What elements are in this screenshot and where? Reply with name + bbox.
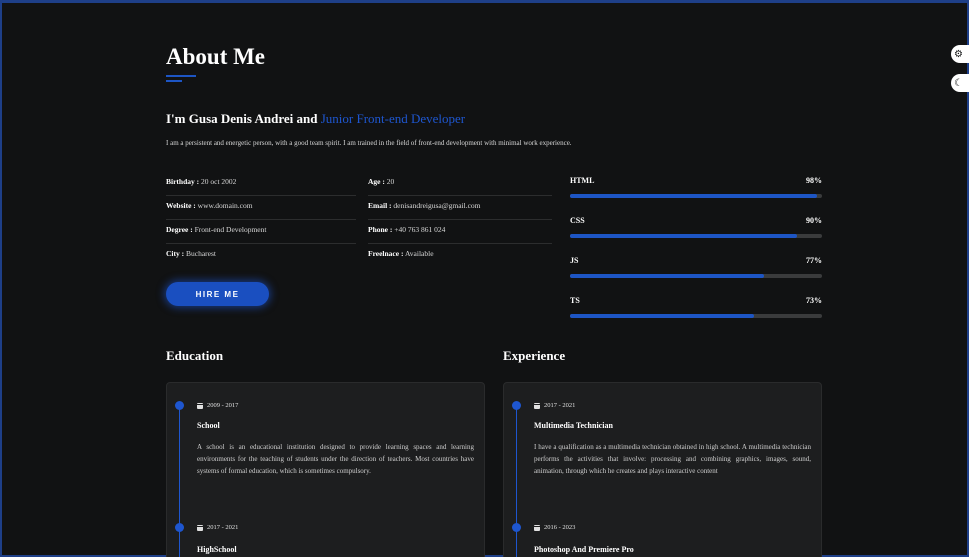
skill-percent: 73% — [806, 296, 822, 305]
entry-title: School — [197, 421, 220, 430]
calendar-icon — [197, 402, 203, 409]
timeline-dot — [175, 523, 184, 532]
info-row-email: Email : denisandreigusa@gmail.com — [368, 196, 552, 220]
experience-card: 2017 - 2021 Multimedia Technician I have… — [503, 382, 822, 557]
skill-percent: 77% — [806, 256, 822, 265]
entry-description: A school is an educational institution d… — [197, 443, 474, 475]
timeline-dot — [175, 401, 184, 410]
calendar-icon — [534, 402, 540, 409]
skill-fill — [570, 234, 797, 238]
skill-percent: 90% — [806, 216, 822, 225]
skill-name: TS — [570, 296, 580, 305]
intro-heading: I'm Gusa Denis Andrei and Junior Front-e… — [166, 111, 465, 127]
info-row-age: Age : 20 — [368, 172, 552, 196]
intro-name: I'm Gusa Denis Andrei and — [166, 111, 318, 126]
title-underline — [166, 75, 196, 85]
skills-list: HTML 98% CSS 90% JS 77% TS 73% — [570, 176, 822, 336]
entry-date: 2009 - 2017 — [197, 402, 238, 409]
entry-date: 2017 - 2021 — [197, 524, 238, 531]
skill-name: HTML — [570, 176, 595, 185]
calendar-icon — [534, 524, 540, 531]
hire-me-button[interactable]: HIRE ME — [166, 282, 269, 306]
skill-fill — [570, 314, 754, 318]
skill-fill — [570, 194, 817, 198]
timeline-dot — [512, 401, 521, 410]
entry-date: 2017 - 2021 — [534, 402, 575, 409]
skill-ts: TS 73% — [570, 296, 822, 336]
gear-icon[interactable]: ⚙ — [951, 45, 969, 63]
entry-date: 2016 - 2023 — [534, 524, 575, 531]
timeline-line — [179, 405, 180, 557]
info-row-phone: Phone : +40 763 861 024 — [368, 220, 552, 244]
skill-track — [570, 194, 822, 198]
skill-track — [570, 234, 822, 238]
education-title: Education — [166, 348, 224, 363]
skill-track — [570, 274, 822, 278]
timeline-line — [516, 405, 517, 557]
intro-text: I am a persistent and energetic person, … — [166, 139, 572, 147]
page-title: About Me — [166, 44, 266, 69]
skill-percent: 98% — [806, 176, 822, 185]
experience-title: Experience — [503, 348, 566, 363]
skill-name: CSS — [570, 216, 585, 225]
skill-css: CSS 90% — [570, 216, 822, 256]
entry-title: Multimedia Technician — [534, 421, 613, 430]
entry-title: HighSchool — [197, 545, 237, 554]
info-column-left: Birthday : 20 oct 2002 Website : www.dom… — [166, 172, 356, 268]
info-row-city: City : Bucharest — [166, 249, 216, 258]
intro-role: Junior Front-end Developer — [320, 111, 466, 126]
entry-title: Photoshop And Premiere Pro — [534, 545, 634, 554]
skill-html: HTML 98% — [570, 176, 822, 216]
calendar-icon — [197, 524, 203, 531]
info-row-freelance: Freelnace : Available — [368, 249, 434, 258]
entry-description: I have a qualification as a multimedia t… — [534, 443, 811, 475]
skill-js: JS 77% — [570, 256, 822, 296]
education-card: 2009 - 2017 School A school is an educat… — [166, 382, 485, 557]
moon-icon[interactable]: ☾ — [951, 74, 969, 92]
info-row-degree: Degree : Front-end Development — [166, 220, 356, 244]
info-row-birthday: Birthday : 20 oct 2002 — [166, 172, 356, 196]
skill-track — [570, 314, 822, 318]
timeline-dot — [512, 523, 521, 532]
info-column-right: Age : 20 Email : denisandreigusa@gmail.c… — [368, 172, 552, 268]
skill-name: JS — [570, 256, 579, 265]
info-row-website: Website : www.domain.com — [166, 196, 356, 220]
skill-fill — [570, 274, 765, 278]
